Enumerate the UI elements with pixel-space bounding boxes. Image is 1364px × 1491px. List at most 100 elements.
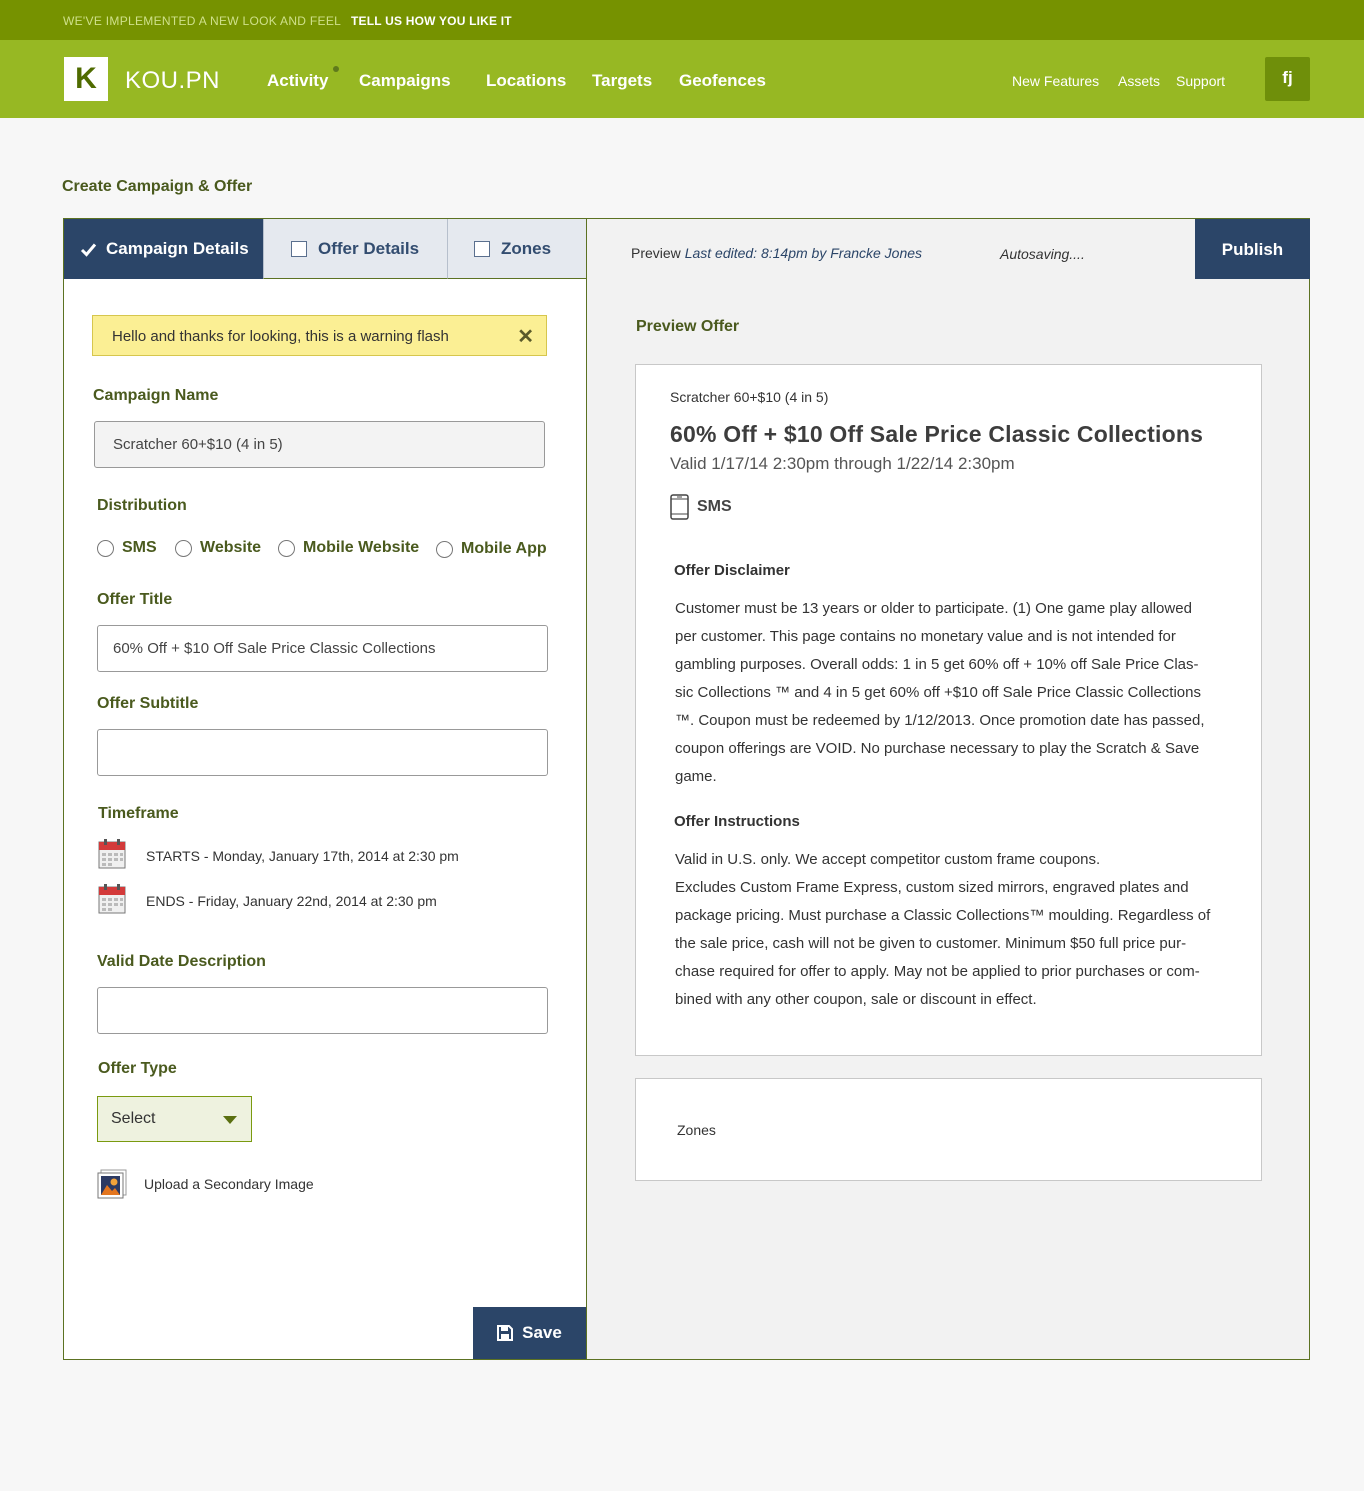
nav-activity[interactable]: Activity: [267, 71, 328, 91]
announcement-bar: WE'VE IMPLEMENTED A NEW LOOK AND FEEL TE…: [0, 0, 1364, 40]
instructions-heading: Offer Instructions: [674, 813, 800, 830]
end-date[interactable]: ENDS - Friday, January 22nd, 2014 at 2:3…: [146, 893, 437, 909]
checkbox-icon: [291, 240, 307, 257]
disclaimer-line: ™. Coupon must be redeemed by 1/12/2013.…: [675, 712, 1205, 729]
image-upload-icon[interactable]: [97, 1169, 127, 1199]
select-value: Select: [111, 1110, 156, 1127]
radio-circle: [278, 539, 295, 557]
zones-label: Zones: [677, 1122, 716, 1138]
mobile-phone-icon: [670, 494, 689, 520]
radio-label: SMS: [122, 539, 157, 556]
disclaimer-text: Customer must be 13 years or older to pa…: [675, 595, 1223, 791]
checkbox-icon: [474, 240, 490, 257]
instructions-text: Valid in U.S. only. We accept competitor…: [675, 846, 1223, 1014]
publish-button[interactable]: Publish: [1195, 219, 1310, 279]
nav-locations[interactable]: Locations: [486, 71, 566, 91]
instructions-line: Valid in U.S. only. We accept competitor…: [675, 851, 1101, 868]
valid-date-label: Valid Date Description: [97, 953, 266, 970]
nav-geofences[interactable]: Geofences: [679, 71, 766, 91]
instructions-line: bined with any other coupon, sale or dis…: [675, 991, 1037, 1008]
warning-text: Hello and thanks for looking, this is a …: [112, 328, 449, 345]
save-label: Save: [522, 1323, 562, 1342]
upload-secondary-image-link[interactable]: Upload a Secondary Image: [144, 1176, 314, 1192]
activity-notification-dot: [333, 66, 339, 72]
instructions-line: package pricing. Must purchase a Classic…: [675, 907, 1211, 924]
tab-zones[interactable]: Zones: [447, 219, 586, 279]
instructions-line: the sale price, cash will not be given t…: [675, 935, 1187, 952]
autosave-status: Autosaving....: [1000, 246, 1085, 262]
offer-subtitle-input[interactable]: [97, 729, 548, 776]
checkmark-icon: [80, 243, 97, 257]
radio-label: Mobile Website: [303, 539, 420, 556]
disclaimer-line: sic Collections ™ and 4 in 5 get 60% off…: [675, 684, 1201, 701]
offer-valid-dates: Valid 1/17/14 2:30pm through 1/22/14 2:3…: [670, 454, 1015, 473]
offer-preview-card: Scratcher 60+$10 (4 in 5) 60% Off + $10 …: [635, 364, 1262, 1056]
offer-title-input[interactable]: [97, 625, 548, 672]
disclaimer-line: Customer must be 13 years or older to pa…: [675, 600, 1192, 617]
preview-toolbar: Preview Last edited: 8:14pm by Francke J…: [587, 219, 1310, 279]
preview-panel: Preview Last edited: 8:14pm by Francke J…: [586, 219, 1310, 1359]
radio-sms[interactable]: SMS: [97, 539, 157, 557]
instructions-line: Excludes Custom Frame Express, custom si…: [675, 879, 1189, 896]
preview-status: Preview Last edited: 8:14pm by Francke J…: [631, 245, 922, 261]
disclaimer-heading: Offer Disclaimer: [674, 562, 790, 579]
offer-type-select[interactable]: Select: [97, 1096, 252, 1142]
zones-preview-card: Zones: [635, 1078, 1262, 1181]
offer-title-label: Offer Title: [97, 591, 173, 608]
radio-mobile-website[interactable]: Mobile Website: [278, 539, 419, 557]
link-support[interactable]: Support: [1176, 73, 1225, 89]
announcement-text: WE'VE IMPLEMENTED A NEW LOOK AND FEEL: [63, 14, 342, 28]
save-button[interactable]: Save: [473, 1307, 586, 1359]
tab-offer-details[interactable]: Offer Details: [263, 219, 447, 279]
link-assets[interactable]: Assets: [1118, 73, 1160, 89]
user-avatar[interactable]: fj: [1265, 57, 1310, 101]
nav-campaigns[interactable]: Campaigns: [359, 71, 451, 91]
warning-flash: Hello and thanks for looking, this is a …: [92, 315, 547, 356]
distribution-label: Distribution: [97, 497, 187, 514]
brand-name[interactable]: KOU.PN: [125, 67, 220, 95]
disclaimer-line: per customer. This page contains no mone…: [675, 628, 1176, 645]
announcement-feedback-link[interactable]: TELL US HOW YOU LIKE IT: [351, 14, 512, 28]
close-icon[interactable]: ✕: [517, 324, 534, 349]
start-date[interactable]: STARTS - Monday, January 17th, 2014 at 2…: [146, 848, 459, 864]
preview-label: Preview: [631, 245, 681, 261]
tab-label: Zones: [501, 238, 552, 258]
last-edited: Last edited: 8:14pm by Francke Jones: [684, 245, 923, 261]
disclaimer-line: game.: [675, 768, 717, 785]
radio-circle: [97, 539, 114, 557]
nav-targets[interactable]: Targets: [592, 71, 652, 91]
campaign-form-panel: Campaign Details Offer Details Zones Hel…: [64, 219, 586, 1359]
offer-type-label: Offer Type: [98, 1060, 177, 1077]
tab-label: Offer Details: [318, 238, 420, 258]
tab-label: Campaign Details: [106, 239, 249, 258]
radio-website[interactable]: Website: [175, 539, 261, 557]
top-navigation: K KOU.PN Activity Campaigns Locations Ta…: [0, 40, 1364, 118]
radio-label: Mobile App: [461, 540, 547, 557]
offer-title: 60% Off + $10 Off Sale Price Classic Col…: [670, 421, 1204, 447]
calendar-icon[interactable]: [98, 839, 126, 869]
timeframe-label: Timeframe: [98, 805, 179, 822]
save-icon: [497, 1325, 514, 1341]
distribution-options: SMS Website Mobile Website Mobile App: [97, 539, 557, 563]
page-title: Create Campaign & Offer: [62, 178, 253, 195]
link-new-features[interactable]: New Features: [1012, 73, 1099, 89]
offer-channel: SMS: [697, 498, 732, 515]
offer-campaign-name: Scratcher 60+$10 (4 in 5): [670, 389, 829, 405]
offer-subtitle-label: Offer Subtitle: [97, 695, 199, 712]
radio-circle: [175, 539, 192, 557]
calendar-icon[interactable]: [98, 884, 126, 914]
preview-offer-heading: Preview Offer: [636, 318, 740, 335]
radio-mobile-app[interactable]: Mobile App: [436, 540, 547, 558]
radio-label: Website: [200, 539, 262, 556]
disclaimer-line: gambling purposes. Overall odds: 1 in 5 …: [675, 656, 1199, 673]
radio-circle: [436, 540, 453, 558]
valid-date-input[interactable]: [97, 987, 548, 1034]
chevron-down-icon: [223, 1116, 237, 1124]
disclaimer-line: coupon offerings are VOID. No purchase n…: [675, 740, 1200, 757]
logo-icon[interactable]: K: [64, 57, 108, 101]
campaign-name-label: Campaign Name: [93, 387, 219, 404]
instructions-line: chase required for offer to apply. May n…: [675, 963, 1200, 980]
tab-campaign-details[interactable]: Campaign Details: [64, 219, 263, 279]
campaign-name-input[interactable]: [94, 421, 545, 468]
campaign-editor: Campaign Details Offer Details Zones Hel…: [63, 218, 1310, 1360]
